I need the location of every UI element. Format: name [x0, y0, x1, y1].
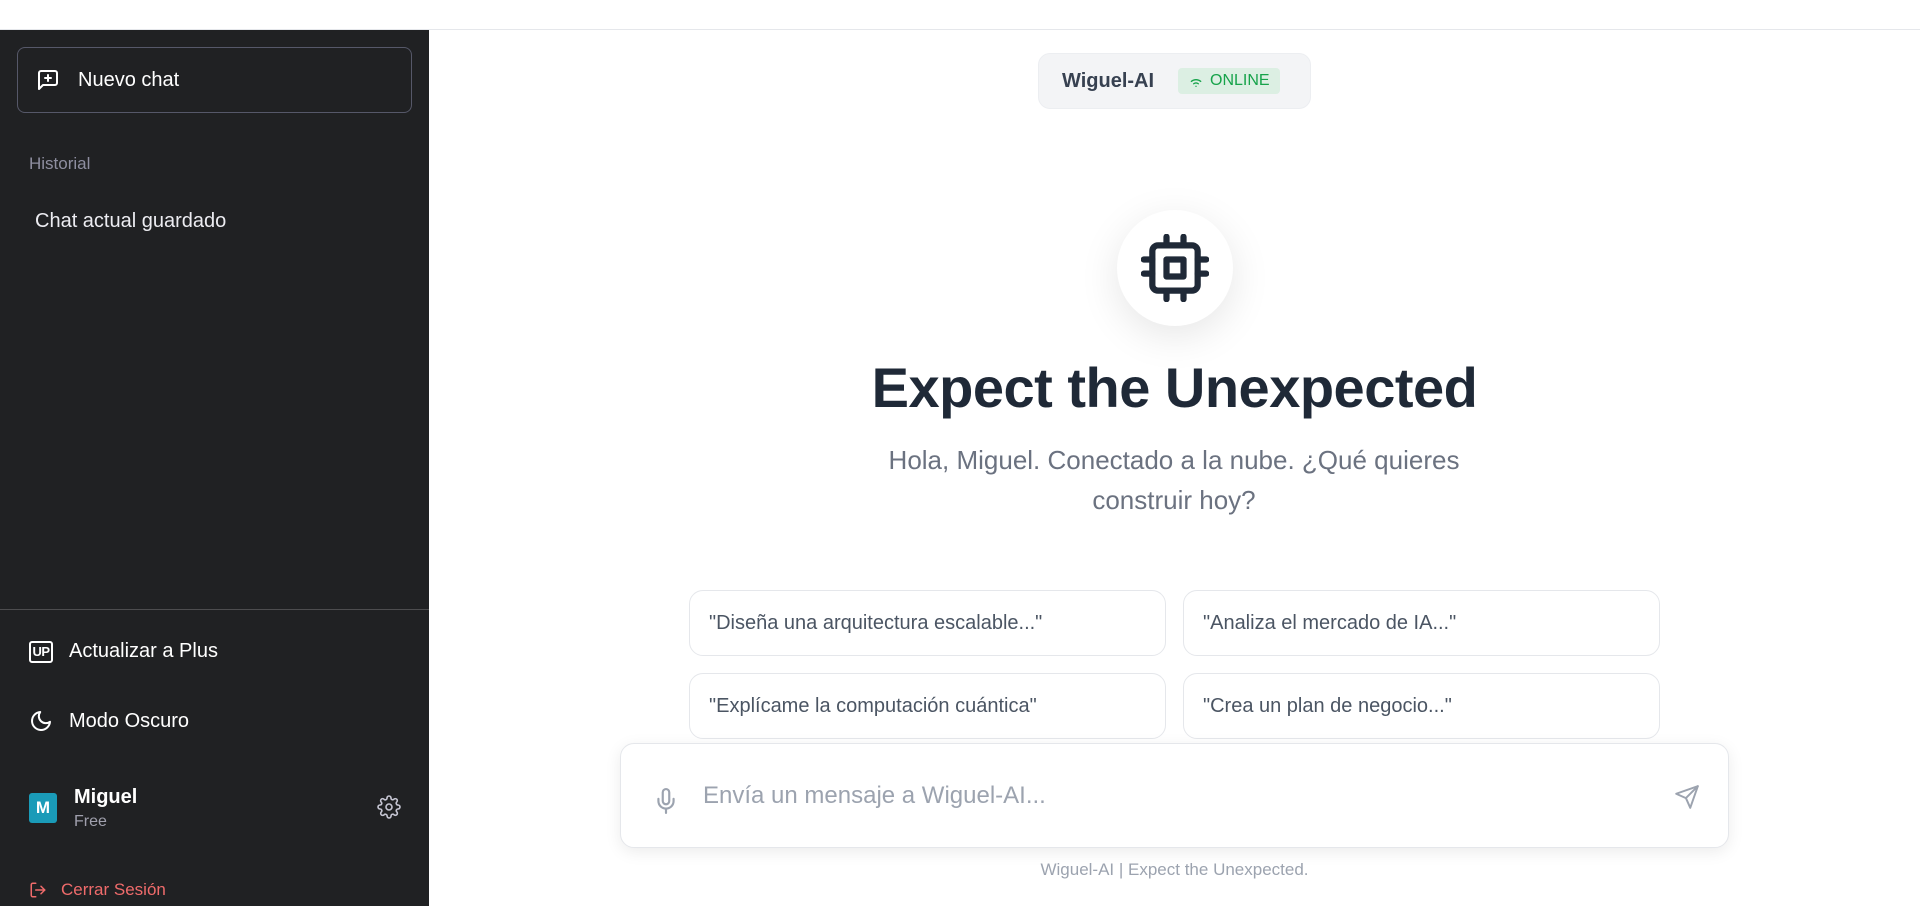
upgrade-icon: UP [29, 640, 53, 663]
cpu-icon [1141, 234, 1209, 302]
moon-icon [31, 711, 51, 731]
avatar: M [29, 793, 57, 823]
history-item-label: Chat actual guardado [35, 209, 227, 232]
dark-mode-toggle[interactable]: Modo Oscuro [29, 709, 189, 733]
suggestion-card[interactable]: "Crea un plan de negocio..." [1183, 673, 1660, 739]
suggestion-card[interactable]: "Diseña una arquitectura escalable..." [689, 590, 1166, 656]
user-plan: Free [74, 812, 107, 830]
message-composer [620, 743, 1729, 848]
send-icon[interactable] [1674, 784, 1700, 810]
footer-caption: Wiguel-AI | Expect the Unexpected. [1040, 860, 1309, 879]
status-badge: ONLINE [1178, 68, 1280, 94]
logout-label: Cerrar Sesión [61, 880, 166, 899]
logo [1117, 210, 1233, 326]
settings-icon[interactable] [377, 795, 401, 819]
chat-main: Wiguel-AI ONLINE Expect the Unexpected H… [429, 30, 1920, 906]
hero-subtitle: Hola, Miguel. Conectado a la nube. ¿Qué … [888, 445, 1460, 515]
sidebar-footer: UP Actualizar a Plus Modo Oscuro M Migue… [0, 609, 429, 906]
user-name: Miguel [74, 785, 138, 808]
history-heading: Historial [29, 154, 91, 173]
logout-icon [30, 882, 46, 898]
top-bar [0, 0, 1920, 30]
model-selector[interactable]: Wiguel-AI ONLINE [1038, 53, 1311, 109]
message-input[interactable] [703, 774, 1633, 818]
hero-title: Expect the Unexpected [871, 356, 1478, 419]
history-item[interactable]: Chat actual guardado [17, 200, 412, 242]
sidebar: Nuevo chat Historial Chat actual guardad… [0, 30, 429, 906]
upgrade-plus-button[interactable]: UP Actualizar a Plus [29, 640, 218, 663]
user-profile[interactable]: M Miguel Free [29, 778, 401, 838]
dark-mode-label: Modo Oscuro [69, 709, 190, 732]
new-chat-label: Nuevo chat [78, 68, 180, 91]
logout-button[interactable]: Cerrar Sesión [29, 880, 166, 900]
new-chat-button[interactable]: Nuevo chat [17, 47, 412, 113]
status-label: ONLINE [1210, 72, 1270, 89]
model-name: Wiguel-AI [1062, 69, 1155, 92]
upgrade-label: Actualizar a Plus [69, 640, 218, 662]
new-chat-icon [38, 70, 58, 90]
suggestion-card[interactable]: "Analiza el mercado de IA..." [1183, 590, 1660, 656]
microphone-icon[interactable] [653, 787, 679, 815]
wifi-icon [1190, 79, 1202, 87]
suggestion-card[interactable]: "Explícame la computación cuántica" [689, 673, 1166, 739]
